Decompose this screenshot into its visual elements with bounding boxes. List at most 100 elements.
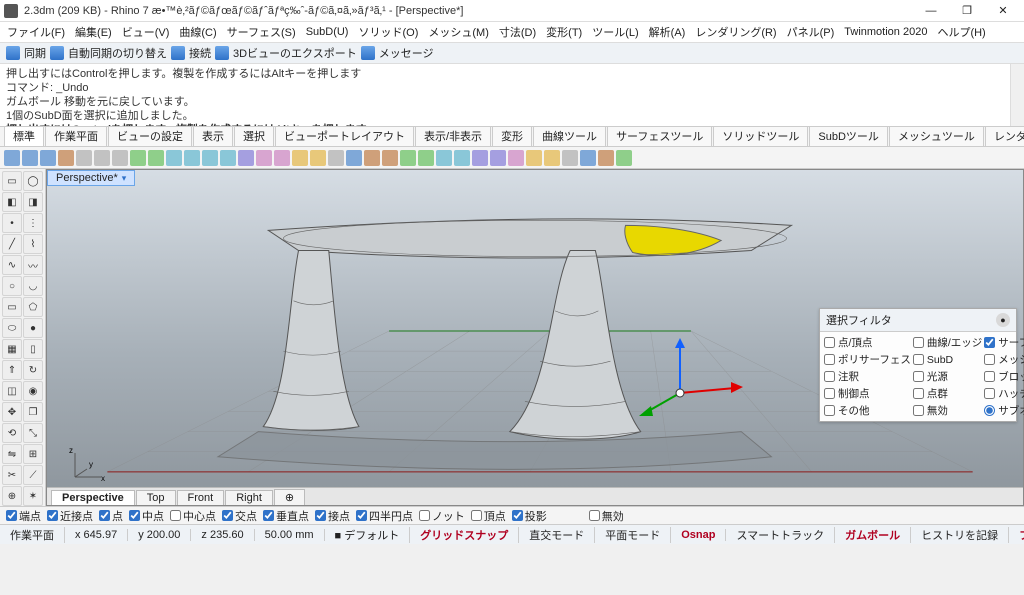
osnap-tan[interactable]: 接点 [315,508,350,524]
filter-subd[interactable]: SubD [913,352,982,367]
subd11-icon[interactable] [544,150,560,166]
status-ortho[interactable]: 直交モード [519,527,595,543]
osnap-vertex[interactable]: 頂点 [471,508,506,524]
subd1-icon[interactable] [364,150,380,166]
osnap-quad[interactable]: 四半円点 [356,508,413,524]
tool-interp[interactable]: 〰 [23,255,43,275]
selection-filter-panel[interactable]: 選択フィルタ ● 点/頂点 曲線/エッジ サーフェス/面 ポリサーフェス Sub… [819,308,1017,422]
osnap-near[interactable]: 近接点 [47,508,93,524]
filter-other[interactable]: その他 [824,403,911,418]
gumball-gizmo[interactable] [625,338,745,418]
tool-split[interactable]: ⟋ [23,465,43,485]
shade-icon[interactable] [256,150,272,166]
subd4-icon[interactable] [418,150,434,166]
connect-icon[interactable] [171,46,185,60]
filter-mesh[interactable]: メッシュ [984,352,1024,367]
tool-cylinder[interactable]: ▯ [23,339,43,359]
status-gumball[interactable]: ガムボール [835,527,911,543]
osnap-mid[interactable]: 中点 [129,508,164,524]
tool-circle[interactable]: ○ [2,276,22,296]
subd5-icon[interactable] [436,150,452,166]
redo-icon[interactable] [148,150,164,166]
vptab-perspective[interactable]: Perspective [51,490,135,505]
tool-select[interactable]: ▭ [2,171,22,191]
undo-icon[interactable] [130,150,146,166]
subd3-icon[interactable] [400,150,416,166]
osnap-knot[interactable]: ノット [419,508,465,524]
menu-mesh[interactable]: メッシュ(M) [425,23,492,41]
tool-rotate[interactable]: ⟲ [2,423,22,443]
close-button[interactable]: ✕ [986,1,1020,21]
autosync-icon[interactable] [50,46,64,60]
filter-hatch[interactable]: ハッチング [984,386,1024,401]
command-prompt[interactable]: 押し出すにはControlを押します。複製を作成するにはAltキーを押します: [6,123,1018,127]
filter-curves[interactable]: 曲線/エッジ [913,335,982,350]
filter-subobj[interactable]: サブオブジェクト [984,403,1024,418]
copy-icon[interactable] [94,150,110,166]
export3d-icon[interactable] [215,46,229,60]
maximize-button[interactable]: ❐ [950,1,984,21]
osnap-end[interactable]: 端点 [6,508,41,524]
menu-solid[interactable]: ソリッド(O) [355,23,421,41]
subd10-icon[interactable] [526,150,542,166]
tool-revolve[interactable]: ↻ [23,360,43,380]
filter-light[interactable]: 光源 [913,369,982,384]
new-icon[interactable] [4,150,20,166]
subd7-icon[interactable] [472,150,488,166]
osnap-point[interactable]: 点 [99,508,123,524]
tab-select[interactable]: 選択 [234,125,274,146]
menu-tools[interactable]: ツール(L) [589,23,641,41]
subd2-icon[interactable] [382,150,398,166]
paste-icon[interactable] [112,150,128,166]
subd6-icon[interactable] [454,150,470,166]
tool-box[interactable]: ▦ [2,339,22,359]
tool-point[interactable]: • [2,213,22,233]
options-icon[interactable] [292,150,308,166]
status-cplane[interactable]: 作業平面 [0,527,65,543]
save-icon[interactable] [40,150,56,166]
osnap-disable[interactable]: 無効 [589,508,624,524]
subd13-icon[interactable] [580,150,596,166]
tool-cplane2[interactable]: ◨ [23,192,43,212]
tab-curvetools[interactable]: 曲線ツール [533,125,606,146]
tool-array[interactable]: ⊞ [23,444,43,464]
message-icon[interactable] [361,46,375,60]
sync-button[interactable]: 同期 [24,45,46,61]
vptab-add[interactable]: ⊕ [274,489,305,505]
subd9-icon[interactable] [508,150,524,166]
menu-analyze[interactable]: 解析(A) [646,23,689,41]
tab-vplayout[interactable]: ビューポートレイアウト [275,125,414,146]
menu-file[interactable]: ファイル(F) [4,23,68,41]
filter-cp[interactable]: 制御点 [824,386,911,401]
tab-cplane[interactable]: 作業平面 [45,125,107,146]
menu-transform[interactable]: 変形(T) [543,23,585,41]
tool-mirror[interactable]: ⇋ [2,444,22,464]
osnap-perp[interactable]: 垂直点 [263,508,309,524]
tab-meshtools[interactable]: メッシュツール [889,125,984,146]
menu-curve[interactable]: 曲線(C) [176,23,219,41]
menu-twinmotion[interactable]: Twinmotion 2020 [841,25,930,39]
tool-ellipse[interactable]: ⬭ [2,318,22,338]
tool-scale[interactable]: ⤡ [23,423,43,443]
open-icon[interactable] [22,150,38,166]
vptab-top[interactable]: Top [136,490,176,505]
tab-display[interactable]: 表示 [193,125,233,146]
tool-curve[interactable]: ∿ [2,255,22,275]
tool-polyline[interactable]: ⌇ [23,234,43,254]
tab-visibility[interactable]: 表示/非表示 [415,125,491,146]
print-icon[interactable] [58,150,74,166]
tool-explode[interactable]: ✶ [23,486,43,506]
filter-anno[interactable]: 注釈 [824,369,911,384]
connect-button[interactable]: 接続 [189,45,211,61]
filter-polysrf[interactable]: ポリサーフェス [824,352,911,367]
cmd-scrollbar[interactable] [1010,64,1024,126]
status-history[interactable]: ヒストリを記録 [911,527,1009,543]
zoom-extents-icon[interactable] [220,150,236,166]
cut-icon[interactable] [76,150,92,166]
vptab-right[interactable]: Right [225,490,273,505]
tab-standard[interactable]: 標準 [4,125,44,146]
tool-join[interactable]: ⊕ [2,486,22,506]
tool-line[interactable]: ╱ [2,234,22,254]
subd12-icon[interactable] [562,150,578,166]
osnap-int[interactable]: 交点 [222,508,257,524]
